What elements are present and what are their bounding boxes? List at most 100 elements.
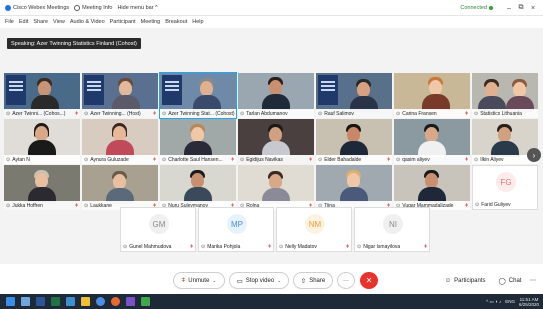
muted-icon: ǂ <box>387 156 390 163</box>
video-tile[interactable]: ⊙ Nuru Suleymanov ǂ <box>160 165 236 210</box>
clock[interactable]: 11:51 AM 6/25/2020 <box>519 297 539 307</box>
connection-dot-icon <box>489 5 493 10</box>
mic-icon: ⊙ <box>162 156 167 163</box>
mic-muted-icon: ǂ <box>181 277 186 284</box>
outlook-icon[interactable] <box>66 297 75 306</box>
menu-audio-video[interactable]: Audio & Video <box>70 19 105 25</box>
mic-icon: ⊙ <box>6 202 11 209</box>
video-tile[interactable]: ⊙ Aytan N <box>4 119 80 164</box>
menu-view[interactable]: View <box>53 19 65 25</box>
video-tile[interactable]: ⊙ Azer Twinning... (Host) ǂ <box>82 73 158 118</box>
avatar-tile[interactable]: FG ⊙ Farid Guliyev <box>472 165 538 210</box>
more-options-button[interactable]: ··· <box>337 272 355 289</box>
webex-logo-icon <box>5 4 11 11</box>
participant-name: qasim aliyev <box>402 156 430 163</box>
system-tray: ^ ▭ ◖ ♪ ENG 11:51 AM 6/25/2020 <box>486 294 539 309</box>
video-tile[interactable]: ⊙ Elder Bahadalde ǂ <box>316 119 392 164</box>
muted-icon: ǂ <box>268 243 271 250</box>
menu-file[interactable]: File <box>5 19 14 25</box>
more-icon: ⋯ <box>530 278 536 284</box>
video-tile[interactable]: ⊙ Tiina ǂ <box>316 165 392 210</box>
video-tile[interactable]: ⊙ Tarlan Abdumanov <box>238 73 314 118</box>
connection-status[interactable]: Connected <box>460 5 493 11</box>
next-page-button[interactable]: › <box>527 148 541 162</box>
participant-name: Rauf Salimov <box>324 110 354 117</box>
mic-icon: ⊙ <box>162 110 167 117</box>
mic-icon: ⊙ <box>318 156 323 163</box>
participant-name: Ilkin Aliyev <box>480 156 504 163</box>
video-tile[interactable]: ⊙ Aynura Guluzade ǂ <box>82 119 158 164</box>
mic-icon: ⊙ <box>475 201 480 208</box>
muted-icon: ǂ <box>153 110 156 117</box>
teams-icon[interactable] <box>126 297 135 306</box>
word-icon[interactable] <box>36 297 45 306</box>
avatar-tile[interactable]: GM ⊙ Gunel Mahmudova ǂ <box>120 207 196 252</box>
share-button[interactable]: ⇧ Share <box>293 272 333 289</box>
video-tile-active[interactable]: ⊙ Azer Twinning Stat... (Cohost) <box>159 72 237 119</box>
menu-meeting[interactable]: Meeting <box>141 19 161 25</box>
muted-icon: ǂ <box>231 156 234 163</box>
task-view-icon[interactable] <box>21 297 30 306</box>
chrome-icon[interactable] <box>111 297 120 306</box>
menu-edit[interactable]: Edit <box>19 19 28 25</box>
camera-icon: ▭ <box>236 277 243 285</box>
mic-icon: ⊙ <box>84 202 89 209</box>
avatar-tile[interactable]: NM ⊙ Nelly Madatov ǂ <box>276 207 352 252</box>
excel-icon[interactable] <box>51 297 60 306</box>
muted-icon: ǂ <box>75 110 78 117</box>
webex-taskbar-icon[interactable] <box>141 297 150 306</box>
participants-button[interactable]: ☺ Participants <box>440 272 490 289</box>
chat-icon: ◯ <box>498 277 506 285</box>
video-tile[interactable]: ⊙ Azer Twinni... (Cohos...) ǂ <box>4 73 80 118</box>
video-tile[interactable]: ⊙ Rauf Salimov <box>316 73 392 118</box>
menu-share[interactable]: Share <box>33 19 48 25</box>
file-explorer-icon[interactable] <box>81 297 90 306</box>
chat-button[interactable]: ◯ Chat <box>494 272 526 289</box>
video-tile[interactable]: ⊙ qasim aliyev ǂ <box>394 119 470 164</box>
chevron-down-icon: ⌄ <box>212 277 217 284</box>
more-panels-button[interactable]: ⋯ <box>528 272 538 289</box>
restore-button[interactable]: ⧉ <box>515 4 527 12</box>
participant-name: Jukka Hoffren <box>12 202 43 209</box>
video-tile[interactable]: ⊙ Statistics Lithuania <box>472 73 538 118</box>
muted-icon: ǂ <box>309 156 312 163</box>
video-tile[interactable]: ⊙ Charlotte Saul Hansen... ǂ <box>160 119 236 164</box>
mic-icon: ⊙ <box>84 110 89 117</box>
menu-breakout[interactable]: Breakout <box>165 19 187 25</box>
poster-image <box>162 75 182 105</box>
chevron-right-icon: › <box>532 150 536 160</box>
video-tile[interactable]: ⊙ Laukkane ǂ <box>82 165 158 210</box>
participant-name: Gunel Mahmudova <box>129 243 172 250</box>
tray-icons[interactable]: ^ ▭ ◖ ♪ <box>486 299 501 305</box>
video-tile[interactable]: ⊙ Carina Fransen ǂ <box>394 73 470 118</box>
video-tile[interactable]: ⊙ Vugar Mammadalizade ǂ <box>394 165 470 210</box>
muted-icon: ǂ <box>153 156 156 163</box>
avatar-initials: NM <box>305 214 325 234</box>
title-bar: Cisco Webex Meetings Meeting Info Hide m… <box>0 0 543 16</box>
avatar-tile[interactable]: MP ⊙ Marika Pohjola ǂ <box>198 207 274 252</box>
meeting-info-button[interactable]: Meeting Info <box>74 4 112 11</box>
avatar-tile[interactable]: NI ⊙ Nigar Ismayilova ǂ <box>354 207 430 252</box>
muted-icon: ǂ <box>75 202 78 209</box>
mic-icon: ⊙ <box>84 156 89 163</box>
minimize-button[interactable]: – <box>503 5 515 12</box>
mic-icon: ⊙ <box>240 110 245 117</box>
end-call-button[interactable]: ✕ <box>360 272 378 289</box>
mic-icon: ⊙ <box>201 243 206 250</box>
video-tile[interactable]: ⊙ Jukka Hoffren ǂ <box>4 165 80 210</box>
video-tile[interactable]: ⊙ Egidijus Navikas ǂ <box>238 119 314 164</box>
stop-video-button[interactable]: ▭ Stop video ⌄ <box>229 272 289 289</box>
muted-icon: ǂ <box>190 243 193 250</box>
participant-name: Aynura Guluzade <box>90 156 129 163</box>
input-language[interactable]: ENG <box>505 299 515 304</box>
unmute-button[interactable]: ǂ Unmute ⌄ <box>173 272 225 289</box>
participant-name: Charlotte Saul Hansen... <box>168 156 223 163</box>
video-tile[interactable]: ⊙ Rolna ǂ <box>238 165 314 210</box>
share-icon: ⇧ <box>300 277 307 285</box>
menu-participant[interactable]: Participant <box>110 19 136 25</box>
menu-help[interactable]: Help <box>192 19 203 25</box>
close-button[interactable]: × <box>527 5 539 12</box>
browser-icon[interactable] <box>96 297 105 306</box>
hide-menu-bar-button[interactable]: Hide menu bar ^ <box>117 5 157 11</box>
start-icon[interactable] <box>6 297 15 306</box>
